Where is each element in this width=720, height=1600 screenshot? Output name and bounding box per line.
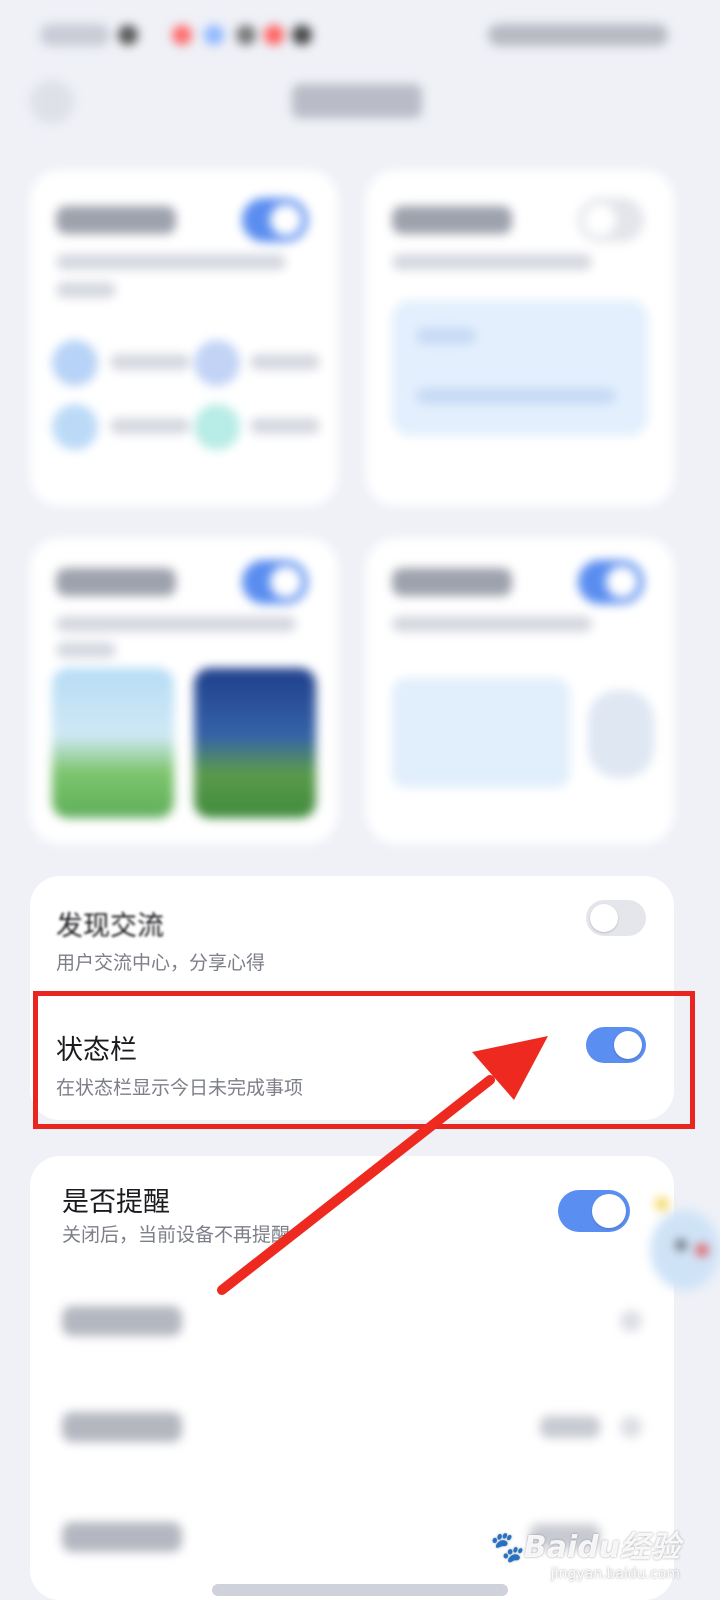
mascot-icon[interactable]	[636, 1195, 720, 1300]
blurred-value	[540, 1416, 600, 1438]
baidu-paw-icon: 🐾	[486, 1530, 524, 1565]
chevron-right-icon	[620, 1310, 642, 1332]
feature-card[interactable]	[366, 538, 674, 844]
notification-icon	[292, 25, 312, 45]
watermark-brand: Baidu经验	[523, 1530, 680, 1565]
notification-icon	[118, 25, 138, 45]
watermark: 🐾Baidu经验 jingyan.baidu.com	[486, 1522, 680, 1582]
back-icon[interactable]	[30, 80, 74, 124]
setting-title-reminder: 是否提醒	[62, 1187, 170, 1218]
notification-icon	[204, 25, 224, 45]
watermark-url: jingyan.baidu.com	[550, 1566, 680, 1582]
feature-card[interactable]	[30, 170, 338, 506]
setting-subtitle-reminder: 关闭后，当前设备不再提醒	[62, 1224, 291, 1246]
reminder-toggle[interactable]	[558, 1190, 630, 1232]
blurred-setting-row[interactable]	[62, 1306, 182, 1336]
highlight-box	[33, 991, 695, 1129]
blurred-setting-row[interactable]	[62, 1412, 182, 1442]
status-bar	[0, 0, 720, 70]
notification-icon	[236, 25, 256, 45]
home-indicator[interactable]	[212, 1584, 508, 1596]
system-icons-blur	[488, 24, 668, 46]
page-title	[292, 84, 422, 118]
chevron-right-icon	[620, 1416, 642, 1438]
clock-blur	[40, 24, 110, 46]
discover-toggle[interactable]	[586, 900, 646, 936]
setting-title-discover: 发现交流	[56, 911, 164, 942]
feature-card[interactable]	[366, 170, 674, 506]
notification-icon	[264, 25, 284, 45]
setting-subtitle-discover: 用户交流中心，分享心得	[56, 952, 266, 974]
notification-icon	[172, 25, 192, 45]
feature-card[interactable]	[30, 538, 338, 844]
blurred-setting-row[interactable]	[62, 1522, 182, 1552]
